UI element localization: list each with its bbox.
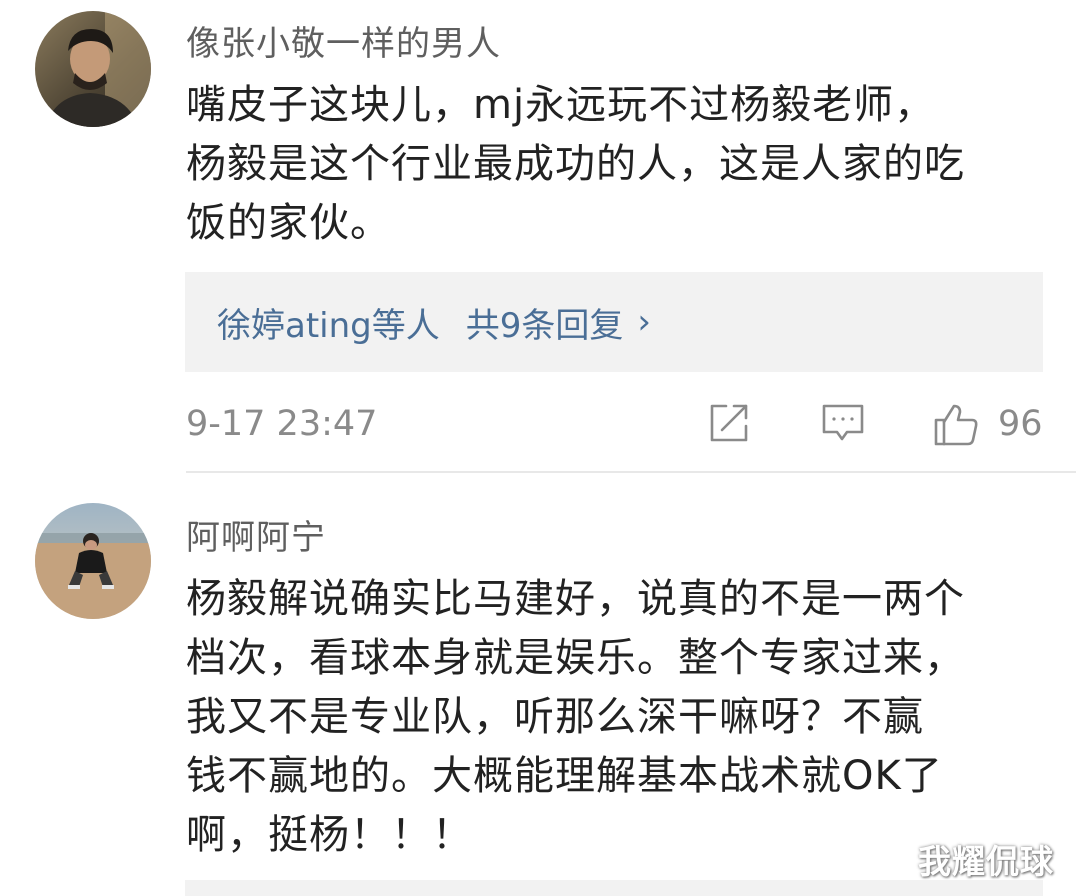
comment-line: 饭的家伙。 <box>186 200 391 246</box>
comment-line: 档次，看球本身就是娱乐。整个专家过来， <box>186 635 965 681</box>
repost-icon[interactable] <box>706 400 752 446</box>
avatar[interactable] <box>35 503 151 619</box>
chevron-right-icon: › <box>637 302 651 342</box>
comment-line: 我又不是专业队，听那么深干嘛呀？不赢 <box>186 694 924 740</box>
timestamp: 9-17 23:47 <box>186 404 378 444</box>
like-count: 96 <box>998 404 1043 444</box>
comment-line: 杨毅解说确实比马建好，说真的不是一两个 <box>186 576 965 622</box>
avatar-image <box>35 11 151 127</box>
comment-icon[interactable] <box>820 400 866 446</box>
replies-preview[interactable] <box>185 880 1043 896</box>
reply-count: 共9条回复 <box>465 305 624 346</box>
watermark: 我耀侃球 <box>918 842 1054 881</box>
reply-users: 徐婷ating等人 <box>217 305 440 346</box>
username[interactable]: 阿啊阿宁 <box>186 510 326 559</box>
comment-text: 杨毅解说确实比马建好，说真的不是一两个 档次，看球本身就是娱乐。整个专家过来， … <box>186 570 1056 865</box>
replies-preview[interactable]: 徐婷ating等人 共9条回复 › <box>185 272 1043 372</box>
comment-line: 杨毅是这个行业最成功的人，这是人家的吃 <box>186 141 965 187</box>
like-icon[interactable] <box>932 400 980 448</box>
avatar[interactable] <box>35 11 151 127</box>
comment-line: 嘴皮子这块儿，mj永远玩不过杨毅老师， <box>186 82 936 128</box>
username[interactable]: 像张小敬一样的男人 <box>186 16 501 65</box>
comment-line: 钱不赢地的。大概能理解基本战术就OK了 <box>186 753 943 799</box>
divider <box>186 471 1076 473</box>
avatar-image <box>35 503 151 619</box>
comment-text: 嘴皮子这块儿，mj永远玩不过杨毅老师， 杨毅是这个行业最成功的人，这是人家的吃 … <box>186 76 1056 253</box>
